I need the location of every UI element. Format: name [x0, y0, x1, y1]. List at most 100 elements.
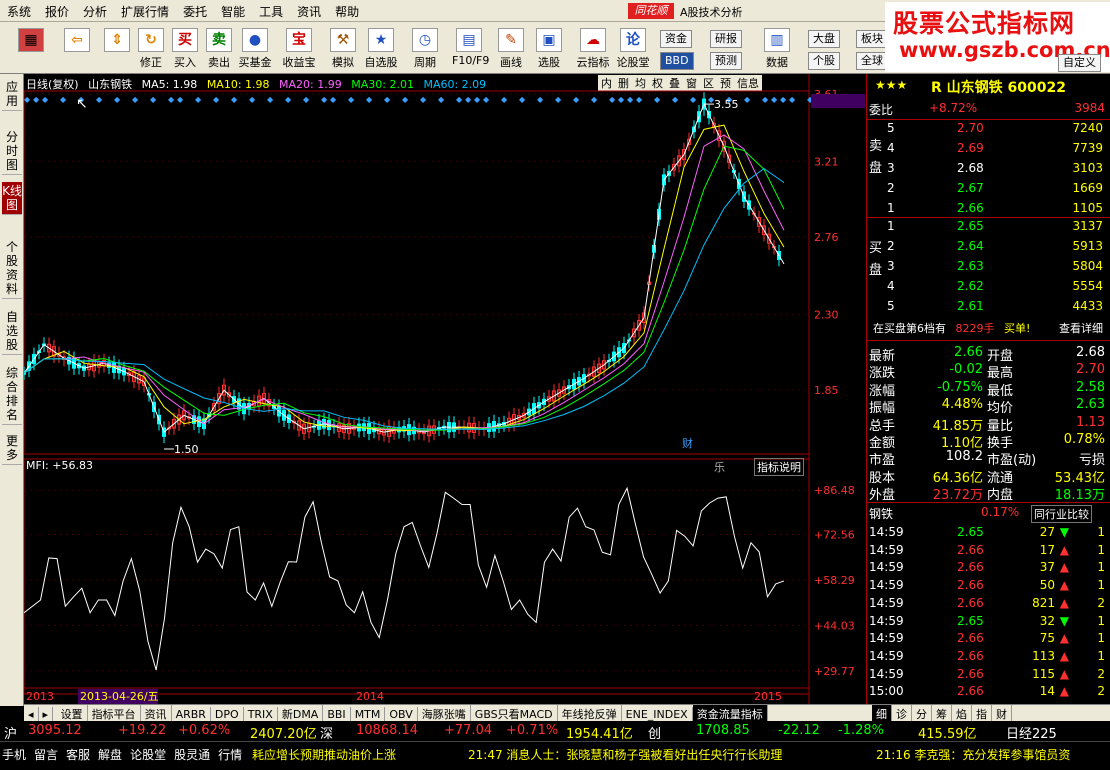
research-button[interactable]: 研报: [710, 30, 742, 48]
status-button[interactable]: 手机: [2, 748, 26, 762]
tick-volume: 17: [1039, 542, 1055, 557]
event-marker-icon: ◆: [483, 95, 490, 104]
bbd-button[interactable]: BBD: [660, 52, 694, 70]
panel-tab[interactable]: 筹: [932, 705, 952, 721]
watchlist-button[interactable]: ★ 自选股: [364, 26, 398, 72]
panel-tab[interactable]: 诊: [892, 705, 912, 721]
data-button[interactable]: ▥ 数据: [760, 26, 794, 72]
back-button[interactable]: ⇦: [60, 26, 94, 72]
menu-smart[interactable]: 智能: [214, 0, 252, 20]
arrow-down-icon: ▼: [1059, 613, 1069, 628]
yield-button[interactable]: 宝收益宝: [282, 26, 316, 72]
global-button[interactable]: 全球: [856, 52, 888, 70]
forum-button[interactable]: 论论股堂: [616, 26, 650, 72]
status-button[interactable]: 留言: [34, 748, 58, 762]
indicator-tab[interactable]: ARBR: [172, 707, 211, 721]
buy-fund-button[interactable]: ● 买基金: [238, 26, 272, 72]
tab-more[interactable]: 更多: [2, 432, 22, 465]
bid-row[interactable]: 3 2.63 5804: [887, 259, 1107, 276]
news-item[interactable]: 21:47 消息人士：张晓慧和杨子强被看好出任央行行长助理: [468, 746, 782, 763]
bid-row[interactable]: 1 2.65 3137: [887, 219, 1107, 236]
custom-button[interactable]: 自定义: [1058, 54, 1101, 72]
f10-button[interactable]: ▤ F10/F9: [452, 26, 489, 72]
indicator-tab[interactable]: 资金流量指标: [692, 705, 768, 721]
sector-button[interactable]: 板块: [856, 30, 888, 48]
tab-intraday[interactable]: 分时图: [2, 128, 22, 175]
view-detail-button[interactable]: 查看详细: [1059, 320, 1103, 336]
draw-button[interactable]: ✎ 画线: [494, 26, 528, 72]
scroll-right-icon[interactable]: ▸: [39, 707, 54, 721]
tick-count: 1: [1097, 578, 1105, 593]
page-updown-button[interactable]: ⇕: [100, 26, 134, 72]
buy-button[interactable]: 买买入: [168, 26, 202, 72]
indicator-tab[interactable]: 新DMA: [278, 705, 324, 721]
bid-row[interactable]: 5 2.61 4433: [887, 299, 1107, 316]
ask-row[interactable]: 4 2.69 7739: [887, 141, 1107, 158]
menu-analysis[interactable]: 分析: [76, 0, 114, 20]
status-button[interactable]: 论股堂: [130, 748, 166, 762]
period-button[interactable]: ◷ 周期: [408, 26, 442, 72]
menu-system[interactable]: 系统: [0, 0, 38, 20]
cloud-indicator-button[interactable]: ☁ 云指标: [576, 26, 610, 72]
tab-kline[interactable]: K线图: [2, 182, 22, 215]
fix-button[interactable]: ↻ 修正: [134, 26, 168, 72]
status-button[interactable]: 行情: [218, 748, 242, 762]
stock-select-button[interactable]: ▣ 选股: [532, 26, 566, 72]
tab-watchlist[interactable]: 自选股: [2, 308, 22, 355]
tab-ranking[interactable]: 综合排名: [2, 364, 22, 425]
level-number: 2: [887, 239, 895, 253]
news-item[interactable]: 耗应增长预期推动油价上涨: [252, 746, 396, 763]
indicator-tab[interactable]: OBV: [385, 707, 418, 721]
event-marker-icon: ◆: [654, 95, 661, 104]
forecast-button[interactable]: 预测: [710, 52, 742, 70]
index-button[interactable]: 大盘: [808, 30, 840, 48]
menu-trade[interactable]: 委托: [176, 0, 214, 20]
indicator-tab[interactable]: 指标平台: [88, 705, 141, 721]
mfi-btn[interactable]: 乐: [714, 459, 725, 475]
indicator-tab[interactable]: 设置: [57, 705, 88, 721]
status-button[interactable]: 客服: [66, 748, 90, 762]
indicator-help-button[interactable]: 指标说明: [754, 458, 804, 476]
stock-button[interactable]: 个股: [808, 52, 840, 70]
panel-tab[interactable]: 分: [912, 705, 932, 721]
bid-row[interactable]: 4 2.62 5554: [887, 279, 1107, 296]
menu-tools[interactable]: 工具: [252, 0, 290, 20]
panel-tab[interactable]: 细: [872, 705, 892, 721]
indicator-tab[interactable]: BBI: [323, 707, 351, 721]
indicator-tab[interactable]: MTM: [351, 707, 386, 721]
menu-quote[interactable]: 报价: [38, 0, 76, 20]
indicator-tab[interactable]: ENE_INDEX: [622, 707, 693, 721]
layout-button[interactable]: ▦: [14, 26, 48, 72]
status-button[interactable]: 股灵通: [174, 748, 210, 762]
sell-button[interactable]: 卖卖出: [202, 26, 236, 72]
panel-tab[interactable]: 指: [972, 705, 992, 721]
bid-price: 2.61: [957, 299, 984, 313]
indicator-tab[interactable]: DPO: [211, 707, 244, 721]
indicator-tab[interactable]: TRIX: [244, 707, 278, 721]
simulate-button[interactable]: ⚒ 模拟: [326, 26, 360, 72]
tab-apps[interactable]: 应用: [2, 78, 22, 111]
capital-button[interactable]: 资金: [660, 30, 692, 48]
indicator-tab[interactable]: 海豚张嘴: [418, 705, 471, 721]
tab-stock-profile[interactable]: 个股资料: [2, 238, 22, 299]
indicator-tab[interactable]: 年线抢反弹: [558, 705, 622, 721]
indicator-tab[interactable]: 资讯: [141, 705, 172, 721]
menu-ext-quote[interactable]: 扩展行情: [114, 0, 176, 20]
ask-row[interactable]: 5 2.70 7240: [887, 121, 1107, 138]
event-marker-icon: ◆: [303, 95, 310, 104]
bid-row[interactable]: 2 2.64 5913: [887, 239, 1107, 256]
panel-tab[interactable]: 财: [992, 705, 1012, 721]
chart-area[interactable]: 日线(复权) 山东钢铁 MA5: 1.98 MA10: 1.98 MA20: 1…: [24, 74, 865, 704]
ask-row[interactable]: 2 2.67 1669: [887, 181, 1107, 198]
indicator-tab[interactable]: GBS只看MACD: [471, 705, 558, 721]
news-item[interactable]: 21:16 李克强：充分发挥参事馆员资: [876, 746, 1070, 763]
scroll-left-icon[interactable]: ◂: [24, 707, 39, 721]
tick-price: 2.66: [957, 666, 984, 681]
ask-row[interactable]: 1 2.66 1105: [887, 201, 1107, 218]
panel-tab[interactable]: 焰: [952, 705, 972, 721]
peer-compare-button[interactable]: 同行业比较: [1031, 505, 1092, 523]
ask-row[interactable]: 3 2.68 3103: [887, 161, 1107, 178]
status-button[interactable]: 解盘: [98, 748, 122, 762]
menu-help[interactable]: 帮助: [328, 0, 366, 20]
menu-news[interactable]: 资讯: [290, 0, 328, 20]
